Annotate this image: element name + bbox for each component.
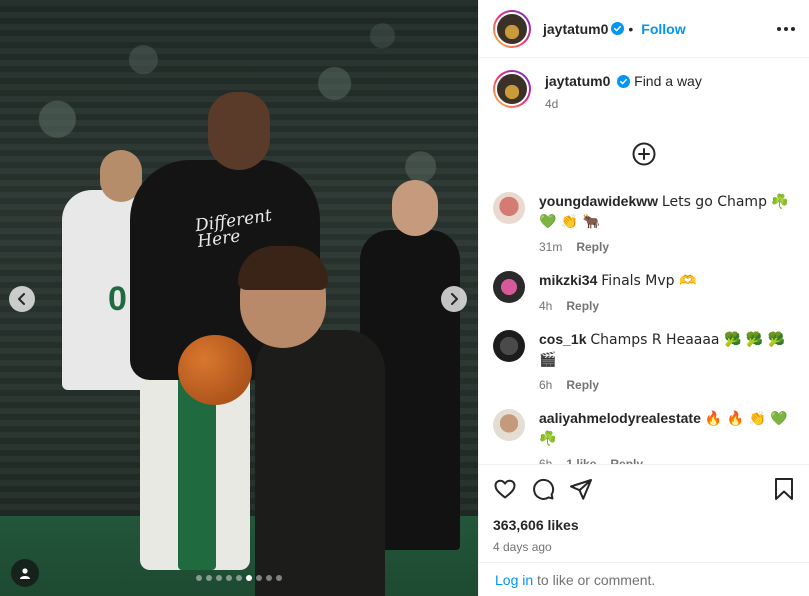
comment-time: 4h	[539, 299, 553, 313]
comment-row: cos_1k Champs R Heaaaa 🥦 🥦 🥦 🎬 6h Reply	[493, 330, 795, 395]
login-link[interactable]: Log in	[495, 572, 533, 588]
comment-meta: 31m Reply	[539, 238, 795, 257]
commenter-avatar[interactable]	[493, 192, 525, 224]
reply-button[interactable]: Reply	[610, 455, 643, 464]
player-head	[208, 92, 270, 170]
caption-text: Find a way	[634, 73, 702, 89]
comment-row: youngdawidekww Lets go Champ ☘️ 💚 👏 🐂 31…	[493, 192, 795, 257]
basketball	[178, 335, 252, 405]
follow-button[interactable]: Follow	[641, 21, 685, 37]
author-info: jaytatum0 • Follow	[543, 21, 686, 37]
comment-body: cos_1k Champs R Heaaaa 🥦 🥦 🥦 🎬 6h Reply	[539, 330, 795, 395]
carousel-next-button[interactable]	[441, 286, 467, 312]
action-icons	[493, 477, 795, 501]
user-icon	[20, 568, 30, 579]
author-avatar[interactable]	[493, 9, 531, 48]
comment-likes[interactable]: 1 like	[566, 455, 596, 464]
bookmark-icon[interactable]	[773, 477, 795, 501]
post-date: 4 days ago	[493, 540, 552, 554]
verified-badge-icon	[611, 22, 625, 35]
comment-body: youngdawidekww Lets go Champ ☘️ 💚 👏 🐂 31…	[539, 192, 795, 257]
share-icon[interactable]	[569, 477, 593, 501]
comment-username[interactable]: youngdawidekww	[539, 193, 658, 209]
comment-meta: 4h Reply	[539, 297, 795, 316]
post-viewer: 0 Different Here jaytatum0 • Follow jayt…	[0, 0, 809, 596]
chevron-left-icon	[18, 293, 25, 305]
tagged-users-button[interactable]	[11, 559, 39, 587]
comment-username[interactable]: cos_1k	[539, 331, 586, 347]
reply-button[interactable]: Reply	[566, 297, 599, 316]
carousel-prev-button[interactable]	[9, 286, 35, 312]
jersey-number: 0	[108, 280, 127, 318]
caption-avatar[interactable]	[493, 70, 531, 108]
carousel-indicator	[0, 575, 478, 581]
comments-list[interactable]: jaytatum0 Find a way 4d youngdawidekww L…	[479, 58, 809, 464]
caption-avatar-image	[495, 72, 529, 106]
caption-time: 4d	[545, 97, 559, 111]
comment-time: 31m	[539, 240, 563, 254]
comment-time: 6h	[539, 457, 553, 464]
post-header: jaytatum0 • Follow	[479, 0, 809, 58]
reply-button[interactable]: Reply	[566, 376, 599, 395]
login-prompt-text: to like or comment.	[533, 572, 656, 588]
comment-icon[interactable]	[531, 477, 555, 501]
background-photographer-head	[392, 180, 438, 236]
comment-row: aaliyahmelodyrealestate 🔥 🔥 👏 💚 ☘️ 6h 1 …	[493, 409, 795, 464]
likes-count[interactable]: 363,606 likes	[493, 517, 795, 533]
commenter-avatar[interactable]	[493, 409, 525, 441]
comment-meta: 6h Reply	[539, 376, 795, 395]
heart-icon[interactable]	[493, 477, 517, 501]
carousel-dot	[246, 575, 252, 581]
carousel-dot	[206, 575, 212, 581]
login-prompt: Log in to like or comment.	[479, 562, 809, 596]
load-more-comments[interactable]	[493, 128, 795, 192]
chevron-right-icon	[451, 293, 458, 305]
carousel-dot	[236, 575, 242, 581]
post-sidebar: jaytatum0 • Follow jaytatum0 Find a way	[478, 0, 809, 596]
child-figure	[255, 330, 385, 596]
comment-username[interactable]: mikzki34	[539, 272, 597, 288]
caption-row: jaytatum0 Find a way 4d	[493, 70, 795, 114]
carousel-dot	[226, 575, 232, 581]
caption-body: jaytatum0 Find a way 4d	[545, 70, 795, 114]
commenter-avatar[interactable]	[493, 271, 525, 303]
carousel-dot	[196, 575, 202, 581]
carousel-dot	[266, 575, 272, 581]
comment-body: aaliyahmelodyrealestate 🔥 🔥 👏 💚 ☘️ 6h 1 …	[539, 409, 795, 464]
commenter-avatar[interactable]	[493, 330, 525, 362]
carousel-dot	[276, 575, 282, 581]
post-media[interactable]: 0 Different Here	[0, 0, 478, 596]
plus-circle-icon	[632, 142, 656, 166]
carousel-dot	[256, 575, 262, 581]
author-avatar-image	[495, 11, 529, 46]
more-options-icon[interactable]	[777, 26, 795, 31]
comment-body: mikzki34 Finals Mvp 🫶 4h Reply	[539, 271, 795, 316]
comment-meta: 6h 1 like Reply	[539, 455, 795, 464]
comment-username[interactable]: aaliyahmelodyrealestate	[539, 410, 701, 426]
caption-username[interactable]: jaytatum0	[545, 73, 610, 89]
comment-text: Finals Mvp 🫶	[601, 273, 697, 289]
carousel-dot	[216, 575, 222, 581]
reply-button[interactable]: Reply	[576, 238, 609, 257]
comment-row: mikzki34 Finals Mvp 🫶 4h Reply	[493, 271, 795, 316]
header-separator: •	[628, 20, 634, 37]
comment-time: 6h	[539, 378, 553, 392]
author-username[interactable]: jaytatum0	[543, 21, 608, 37]
verified-badge-icon	[617, 75, 631, 88]
